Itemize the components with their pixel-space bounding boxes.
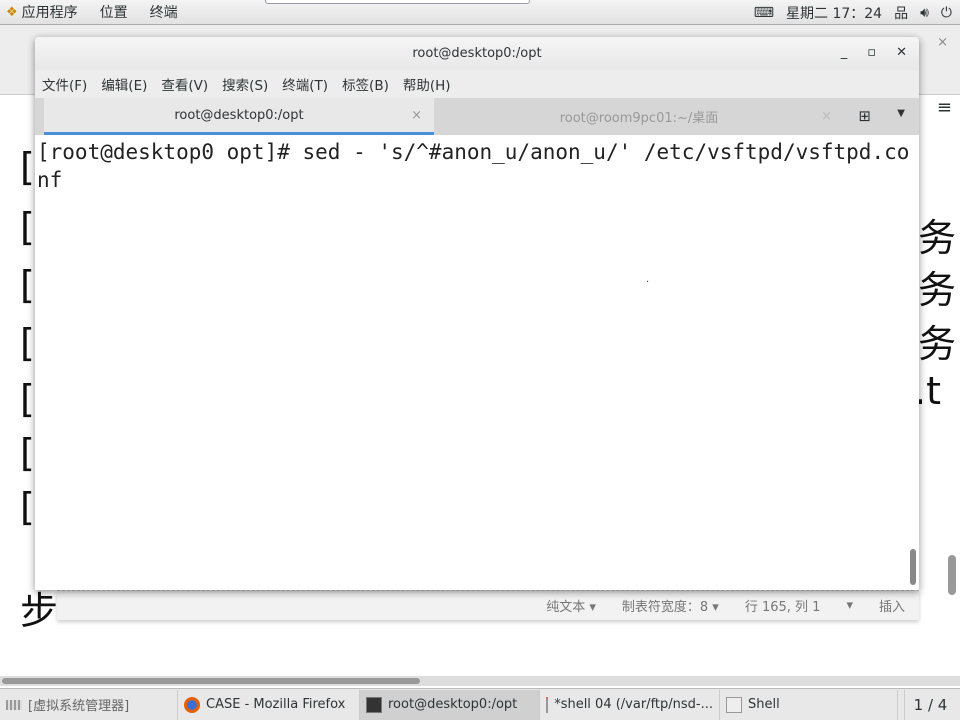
- task-label: root@desktop0:/opt: [388, 697, 518, 712]
- task-label: *shell 04 (/var/ftp/nsd-...: [554, 697, 713, 712]
- position-dropdown[interactable]: ▾: [846, 598, 853, 613]
- keyboard-icon[interactable]: ⌨: [754, 5, 774, 21]
- terminal-icon: [366, 696, 382, 713]
- terminal-menubar: 文件(F) 编辑(E) 查看(V) 搜索(S) 终端(T) 标签(B) 帮助(H…: [35, 70, 919, 98]
- bg-text: [: [20, 321, 35, 365]
- menu-file[interactable]: 文件(F): [42, 74, 87, 94]
- tab-desktop0[interactable]: root@desktop0:/opt ×: [44, 98, 434, 135]
- task-virt-manager[interactable]: [虚拟系统管理器]: [0, 689, 178, 720]
- apps-logo-icon: ❖: [6, 4, 18, 20]
- volume-icon[interactable]: 🔊︎: [920, 5, 929, 21]
- background-close-icon[interactable]: ×: [937, 35, 948, 50]
- new-tab-icon[interactable]: ⊞: [858, 107, 871, 125]
- insert-mode: 插入: [878, 600, 905, 615]
- firefox-icon: [184, 696, 200, 713]
- window-title: root@desktop0:/opt: [412, 46, 542, 61]
- bg-text: 务: [918, 216, 957, 260]
- workspace-pager[interactable]: 1 / 4: [904, 690, 956, 720]
- menu-view[interactable]: 查看(V): [161, 74, 208, 94]
- terminal-tabbar: root@desktop0:/opt × root@room9pc01:~/桌面…: [35, 98, 919, 135]
- menu-places[interactable]: 位置: [100, 2, 128, 22]
- menu-applications[interactable]: 应用程序: [22, 2, 78, 22]
- bg-text: [: [20, 431, 35, 475]
- tab-label: root@room9pc01:~/桌面: [559, 111, 719, 126]
- bg-text: [: [20, 205, 35, 249]
- close-tab-icon[interactable]: ×: [411, 108, 422, 123]
- text-editor-icon: [546, 696, 549, 713]
- task-label: Shell: [748, 697, 780, 712]
- mouse-cursor: ·: [646, 277, 650, 288]
- terminal-output[interactable]: [root@desktop0 opt]# sed - 's/^#anon_u/a…: [35, 135, 919, 590]
- document-icon: [726, 696, 742, 713]
- hidden-window-edge: [265, 0, 530, 4]
- task-gedit[interactable]: *shell 04 (/var/ftp/nsd-...: [540, 689, 720, 720]
- menu-edit[interactable]: 编辑(E): [101, 74, 147, 94]
- power-icon[interactable]: ⏻: [941, 5, 952, 21]
- close-button[interactable]: ✕: [896, 45, 907, 60]
- bg-text: 务: [918, 322, 957, 366]
- maximize-button[interactable]: ▫: [867, 45, 876, 60]
- syntax-select[interactable]: 纯文本 ▾: [546, 596, 596, 615]
- cursor-position: 行 165, 列 1: [744, 600, 821, 615]
- minimize-button[interactable]: _: [841, 45, 848, 60]
- hamburger-icon[interactable]: ≡: [937, 97, 952, 118]
- terminal-titlebar[interactable]: root@desktop0:/opt _ ▫ ✕: [35, 37, 919, 70]
- task-shell[interactable]: Shell: [720, 689, 898, 720]
- bg-text: [: [20, 377, 35, 421]
- close-tab-icon[interactable]: ×: [821, 109, 832, 124]
- terminal-scrollbar[interactable]: [910, 549, 916, 585]
- task-label: [虚拟系统管理器]: [28, 699, 130, 714]
- editor-statusbar: 纯文本 ▾ 制表符宽度：8 ▾ 行 165, 列 1 ▾ 插入: [57, 590, 919, 620]
- network-icon[interactable]: 品: [894, 3, 908, 23]
- taskbar: [虚拟系统管理器] CASE - Mozilla Firefox root@de…: [0, 688, 960, 720]
- menu-search[interactable]: 搜索(S): [222, 74, 268, 94]
- task-firefox[interactable]: CASE - Mozilla Firefox: [178, 689, 360, 720]
- tab-label: root@desktop0:/opt: [174, 107, 304, 123]
- task-terminal[interactable]: root@desktop0:/opt: [360, 689, 540, 720]
- task-label: CASE - Mozilla Firefox: [206, 697, 346, 712]
- top-panel: ❖ 应用程序 位置 终端 ⌨ 星期二 17：24 品 🔊︎ ⏻: [0, 0, 960, 25]
- tab-width-select[interactable]: 制表符宽度：8 ▾: [622, 596, 719, 615]
- virt-manager-icon: [6, 699, 22, 710]
- tab-room9pc01[interactable]: root@room9pc01:~/桌面 ×: [434, 98, 844, 135]
- menu-terminal[interactable]: 终端: [150, 2, 178, 22]
- menu-terminal[interactable]: 终端(T): [282, 74, 328, 94]
- horizontal-scrollbar[interactable]: [0, 676, 960, 686]
- bg-text: 务: [918, 268, 957, 312]
- bg-text: [: [20, 145, 35, 189]
- bg-text: [: [20, 263, 35, 307]
- menu-help[interactable]: 帮助(H): [403, 74, 451, 94]
- clock[interactable]: 星期二 17：24: [786, 3, 882, 23]
- tabs-dropdown-icon[interactable]: ▼: [897, 108, 905, 119]
- bg-text: [: [20, 485, 35, 529]
- terminal-window: root@desktop0:/opt _ ▫ ✕ 文件(F) 编辑(E) 查看(…: [35, 37, 919, 590]
- background-vertical-scrollbar[interactable]: [948, 555, 956, 595]
- menu-tabs[interactable]: 标签(B): [342, 74, 389, 94]
